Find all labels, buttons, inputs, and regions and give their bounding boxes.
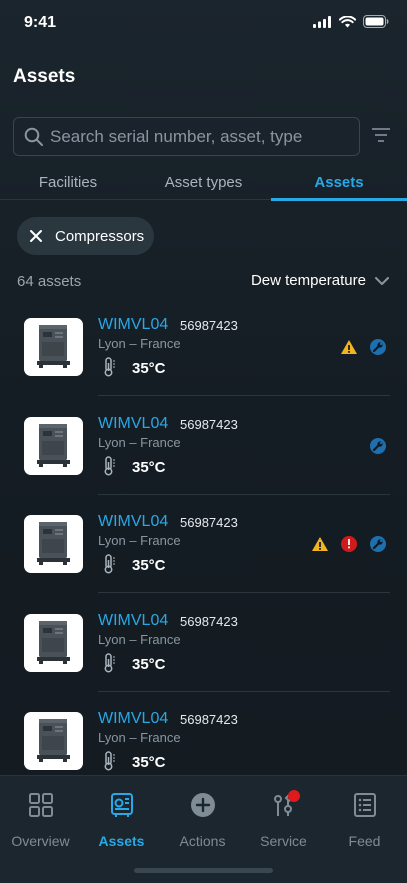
nav-label-assets: Assets xyxy=(98,833,145,849)
nav-label-overview: Overview xyxy=(11,833,70,849)
tab-assets[interactable]: Assets xyxy=(271,168,407,201)
filter-chip-label: Compressors xyxy=(55,227,145,245)
asset-thumbnail xyxy=(24,318,83,376)
tab-asset-types[interactable]: Asset types xyxy=(136,168,271,200)
asset-location: Lyon – France xyxy=(98,730,181,745)
nav-label-feed: Feed xyxy=(348,833,381,849)
asset-count: 64 assets xyxy=(17,273,82,290)
thermometer-icon xyxy=(102,751,116,776)
status-time: 9:41 xyxy=(24,14,57,31)
asset-thumbnail xyxy=(24,515,83,573)
asset-name[interactable]: WIMVL04 xyxy=(98,513,168,531)
wrench-icon xyxy=(369,338,387,356)
list-icon xyxy=(354,793,376,817)
asset-temperature: 35°C xyxy=(132,360,166,377)
nav-actions[interactable]: Actions xyxy=(162,776,243,856)
filter-icon[interactable] xyxy=(372,128,390,142)
thermometer-icon xyxy=(102,554,116,579)
asset-location: Lyon – France xyxy=(98,533,181,548)
plus-circle-icon xyxy=(191,793,215,817)
search-input[interactable] xyxy=(50,118,350,155)
sort-dropdown[interactable]: Dew temperature xyxy=(251,272,389,289)
asset-name[interactable]: WIMVL04 xyxy=(98,316,168,334)
status-icons xyxy=(313,15,389,28)
thermometer-icon xyxy=(102,357,116,382)
battery-icon xyxy=(363,15,389,28)
wifi-icon xyxy=(339,15,356,27)
asset-serial: 56987423 xyxy=(180,515,238,530)
notification-dot xyxy=(288,790,300,802)
error-icon xyxy=(340,535,358,553)
status-bar: 9:41 xyxy=(0,0,407,48)
asset-thumbnail xyxy=(24,613,83,672)
asset-thumbnail xyxy=(24,712,83,770)
wrench-icon xyxy=(369,535,387,553)
close-icon[interactable] xyxy=(28,228,44,244)
asset-row[interactable]: WIMVL04 56987423 Lyon – France 35°C xyxy=(0,594,407,692)
asset-row[interactable]: WIMVL04 56987423 Lyon – France 35°C xyxy=(0,495,407,593)
home-indicator xyxy=(134,868,273,873)
asset-row[interactable]: WIMVL04 56987423 Lyon – France 35°C xyxy=(0,397,407,495)
asset-temperature: 35°C xyxy=(132,655,166,673)
asset-name[interactable]: WIMVL04 xyxy=(98,710,168,728)
page-title: Assets xyxy=(13,66,76,87)
asset-location: Lyon – France xyxy=(98,336,181,351)
thermometer-icon xyxy=(102,652,116,678)
signal-icon xyxy=(313,15,331,28)
warning-icon xyxy=(340,338,358,356)
nav-overview[interactable]: Overview xyxy=(0,776,81,856)
asset-serial: 56987423 xyxy=(180,318,238,333)
warning-icon xyxy=(311,535,329,553)
asset-serial: 56987423 xyxy=(180,613,238,629)
nav-assets[interactable]: Assets xyxy=(81,776,162,856)
sort-label: Dew temperature xyxy=(250,272,366,289)
asset-serial: 56987423 xyxy=(180,712,238,727)
nav-feed[interactable]: Feed xyxy=(324,776,405,856)
grid-icon xyxy=(29,793,53,817)
search-box[interactable] xyxy=(13,117,360,156)
asset-thumbnail xyxy=(24,416,83,475)
wrench-icon xyxy=(369,437,387,455)
thermometer-icon xyxy=(102,455,116,481)
asset-temperature: 35°C xyxy=(132,557,166,574)
tab-bar: Facilities Asset types Assets xyxy=(0,168,407,201)
asset-location: Lyon – France xyxy=(98,631,181,647)
asset-temperature: 35°C xyxy=(132,458,166,476)
asset-name[interactable]: WIMVL04 xyxy=(98,415,168,433)
chevron-down-icon xyxy=(375,276,389,285)
tab-facilities[interactable]: Facilities xyxy=(0,168,136,200)
bottom-nav: Overview Assets Actions Service Feed xyxy=(0,775,407,883)
asset-row[interactable]: WIMVL04 56987423 Lyon – France 35°C xyxy=(0,298,407,396)
compressor-icon xyxy=(111,793,133,817)
asset-name[interactable]: WIMVL04 xyxy=(98,612,168,630)
app-screen: 9:41 Assets Search serial number, asset,… xyxy=(0,0,407,883)
filter-chip[interactable]: Compressors xyxy=(17,217,154,255)
asset-location: Lyon – France xyxy=(98,434,181,450)
nav-label-service: Service xyxy=(260,833,307,849)
nav-service[interactable]: Service xyxy=(243,776,324,856)
nav-label-actions: Actions xyxy=(179,833,226,849)
search-icon xyxy=(24,127,43,146)
asset-serial: 56987423 xyxy=(180,416,238,432)
asset-temperature: 35°C xyxy=(132,754,166,771)
